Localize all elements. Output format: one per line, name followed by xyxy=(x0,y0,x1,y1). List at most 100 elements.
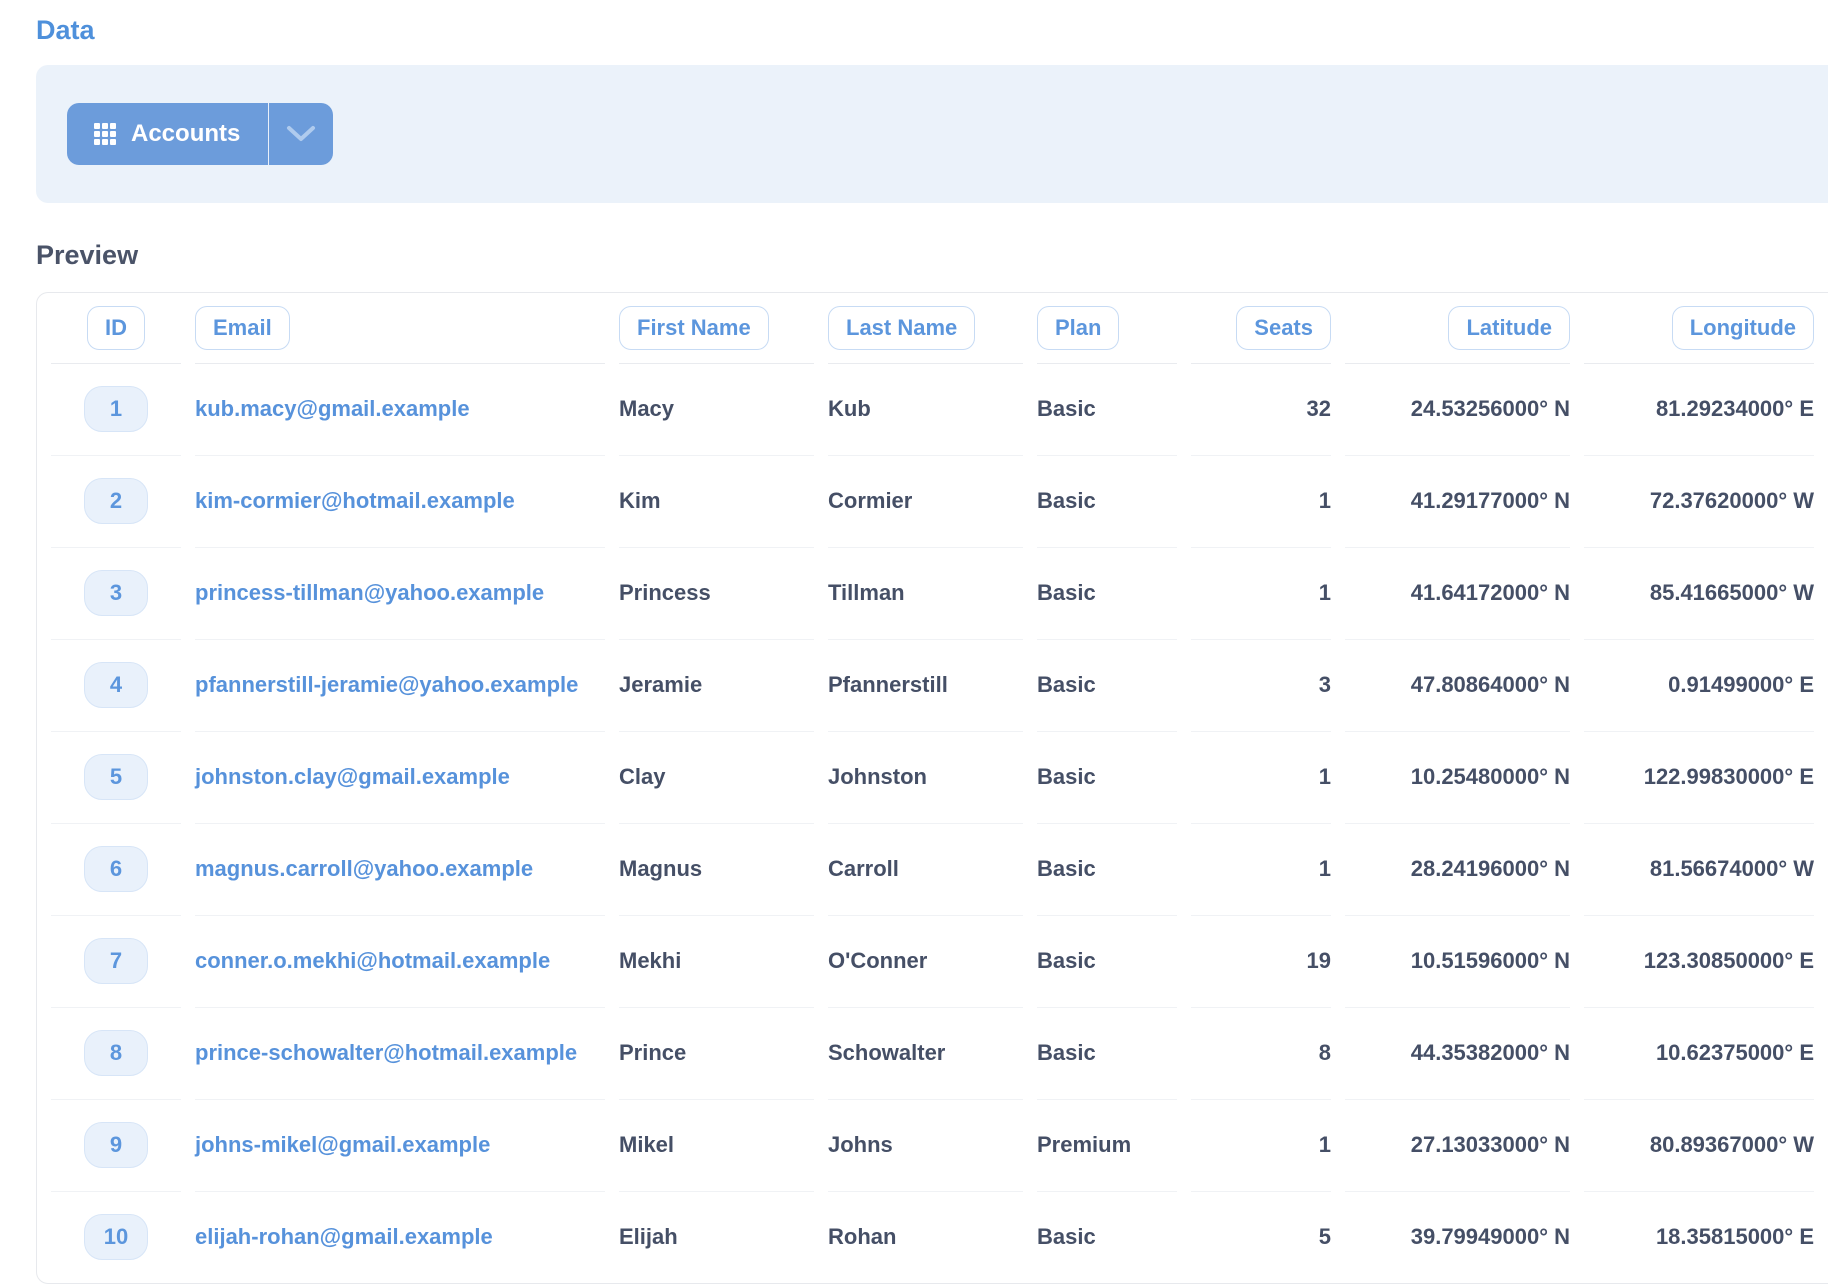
column-header-pill-seats[interactable]: Seats xyxy=(1236,306,1331,350)
row-id-badge: 10 xyxy=(84,1214,148,1260)
column-header-pill-email[interactable]: Email xyxy=(195,306,290,350)
table-body: 1kub.macy@gmail.exampleMacyKubBasic3224.… xyxy=(51,364,1814,1283)
table-row: 10elijah-rohan@gmail.exampleElijahRohanB… xyxy=(51,1192,1814,1283)
cell-plan: Basic xyxy=(1037,732,1177,824)
cell-latitude: 47.80864000° N xyxy=(1345,640,1570,732)
column-header-cell-seats: Seats xyxy=(1191,293,1331,364)
cell-last_name: Kub xyxy=(828,364,1023,456)
row-id-badge: 3 xyxy=(84,570,148,616)
column-header-pill-longitude[interactable]: Longitude xyxy=(1672,306,1814,350)
cell-last_name: Pfannerstill xyxy=(828,640,1023,732)
cell-seats: 3 xyxy=(1191,640,1331,732)
cell-email: johns-mikel@gmail.example xyxy=(195,1100,605,1192)
cell-first_name: Clay xyxy=(619,732,814,824)
row-id-badge: 6 xyxy=(84,846,148,892)
cell-longitude: 85.41665000° W xyxy=(1584,548,1814,640)
table-row: 4 pfannerstill-jeramie@yahoo.exampleJeram… xyxy=(51,640,1814,732)
chevron-down-icon xyxy=(286,125,316,143)
table-header-row: ID Email First Name Last Name Plan Seats Latit… xyxy=(51,293,1814,364)
cell-first_name: Jeramie xyxy=(619,640,814,732)
accounts-table-button[interactable]: Accounts xyxy=(67,103,268,165)
cell-latitude: 24.53256000° N xyxy=(1345,364,1570,456)
cell-latitude: 28.24196000° N xyxy=(1345,824,1570,916)
cell-seats: 1 xyxy=(1191,1100,1331,1192)
table-row: 3princess-tillman@yahoo.examplePrincessT… xyxy=(51,548,1814,640)
cell-plan: Basic xyxy=(1037,640,1177,732)
row-id-badge: 7 xyxy=(84,938,148,984)
data-source-panel: Accounts xyxy=(36,65,1828,203)
cell-last_name: Rohan xyxy=(828,1192,1023,1283)
column-header-pill-id[interactable]: ID xyxy=(87,306,145,350)
cell-latitude: 10.51596000° N xyxy=(1345,916,1570,1008)
cell-last_name: Carroll xyxy=(828,824,1023,916)
column-header-pill-last_name[interactable]: Last Name xyxy=(828,306,975,350)
table-selector-dropdown-button[interactable] xyxy=(269,103,333,165)
column-header-cell-email: Email xyxy=(195,293,605,364)
preview-table-card: ID Email First Name Last Name Plan Seats Latit… xyxy=(36,292,1828,1284)
page: Data Accounts xyxy=(0,0,1828,1284)
column-header-cell-id: ID xyxy=(51,293,181,364)
column-header-cell-latitude: Latitude xyxy=(1345,293,1570,364)
cell-first_name: Mikel xyxy=(619,1100,814,1192)
table-row: 7 conner.o.mekhi@hotmail.exampleMekhiO'Co… xyxy=(51,916,1814,1008)
cell-last_name: Johns xyxy=(828,1100,1023,1192)
column-header-pill-first_name[interactable]: First Name xyxy=(619,306,769,350)
cell-longitude: 122.99830000° E xyxy=(1584,732,1814,824)
cell-latitude: 10.25480000° N xyxy=(1345,732,1570,824)
preview-section-title: Preview xyxy=(36,239,1828,272)
table-row: 8 prince-schowalter@hotmail.examplePrince… xyxy=(51,1008,1814,1100)
cell-seats: 19 xyxy=(1191,916,1331,1008)
cell-longitude: 72.37620000° W xyxy=(1584,456,1814,548)
cell-longitude: 81.56674000° W xyxy=(1584,824,1814,916)
cell-email: princess-tillman@yahoo.example xyxy=(195,548,605,640)
cell-first_name: Mekhi xyxy=(619,916,814,1008)
row-id-badge: 2 xyxy=(84,478,148,524)
table-row: 9 johns-mikel@gmail.exampleMikelJohnsPrem… xyxy=(51,1100,1814,1192)
cell-first_name: Macy xyxy=(619,364,814,456)
cell-id: 2 xyxy=(51,456,181,548)
cell-latitude: 27.13033000° N xyxy=(1345,1100,1570,1192)
row-id-badge: 9 xyxy=(84,1122,148,1168)
cell-latitude: 39.79949000° N xyxy=(1345,1192,1570,1283)
table-selector-split-button: Accounts xyxy=(67,103,333,165)
column-header-pill-plan[interactable]: Plan xyxy=(1037,306,1119,350)
cell-last_name: Tillman xyxy=(828,548,1023,640)
cell-id: 5 xyxy=(51,732,181,824)
cell-email: prince-schowalter@hotmail.example xyxy=(195,1008,605,1100)
table-row: 2kim-cormier@hotmail.exampleKimCormierBa… xyxy=(51,456,1814,548)
cell-email: kub.macy@gmail.example xyxy=(195,364,605,456)
cell-plan: Basic xyxy=(1037,824,1177,916)
cell-plan: Premium xyxy=(1037,1100,1177,1192)
cell-email: pfannerstill-jeramie@yahoo.example xyxy=(195,640,605,732)
cell-latitude: 44.35382000° N xyxy=(1345,1008,1570,1100)
cell-plan: Basic xyxy=(1037,364,1177,456)
table-header: ID Email First Name Last Name Plan Seats Latit… xyxy=(51,293,1814,364)
cell-email: conner.o.mekhi@hotmail.example xyxy=(195,916,605,1008)
cell-last_name: O'Conner xyxy=(828,916,1023,1008)
column-header-pill-latitude[interactable]: Latitude xyxy=(1448,306,1570,350)
row-id-badge: 8 xyxy=(84,1030,148,1076)
cell-plan: Basic xyxy=(1037,916,1177,1008)
cell-seats: 5 xyxy=(1191,1192,1331,1283)
table-row: 6magnus.carroll@yahoo.exampleMagnusCarro… xyxy=(51,824,1814,916)
cell-email: magnus.carroll@yahoo.example xyxy=(195,824,605,916)
table-grid-icon xyxy=(93,122,117,146)
data-section-title: Data xyxy=(36,14,1828,47)
cell-last_name: Johnston xyxy=(828,732,1023,824)
cell-id: 10 xyxy=(51,1192,181,1283)
cell-longitude: 123.30850000° E xyxy=(1584,916,1814,1008)
cell-seats: 1 xyxy=(1191,548,1331,640)
cell-seats: 8 xyxy=(1191,1008,1331,1100)
row-id-badge: 4 xyxy=(84,662,148,708)
cell-id: 4 xyxy=(51,640,181,732)
cell-longitude: 10.62375000° E xyxy=(1584,1008,1814,1100)
cell-seats: 1 xyxy=(1191,732,1331,824)
cell-id: 7 xyxy=(51,916,181,1008)
cell-latitude: 41.64172000° N xyxy=(1345,548,1570,640)
column-header-cell-plan: Plan xyxy=(1037,293,1177,364)
table-row: 5johnston.clay@gmail.exampleClayJohnston… xyxy=(51,732,1814,824)
cell-id: 3 xyxy=(51,548,181,640)
cell-longitude: 81.29234000° E xyxy=(1584,364,1814,456)
cell-plan: Basic xyxy=(1037,1192,1177,1283)
cell-first_name: Prince xyxy=(619,1008,814,1100)
